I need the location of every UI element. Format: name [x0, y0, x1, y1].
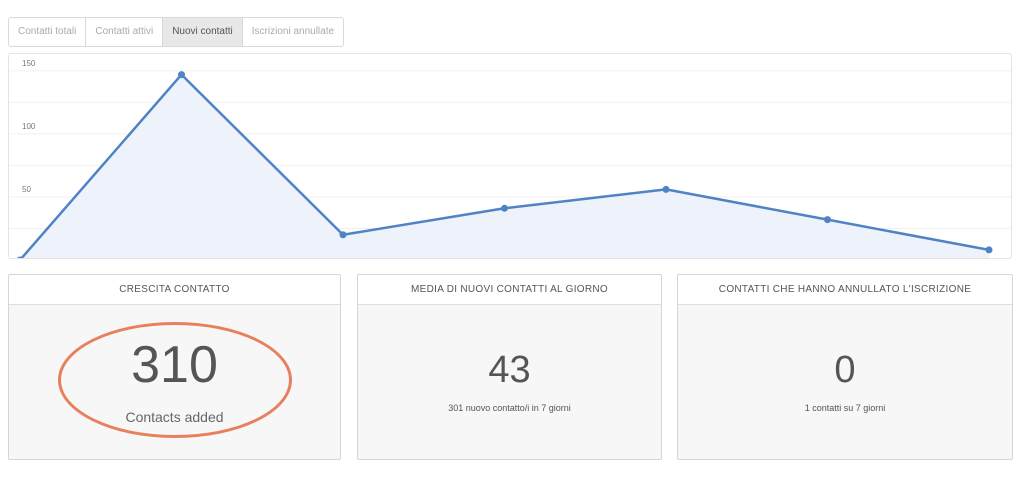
card-title: CRESCITA CONTATTO	[9, 275, 340, 305]
data-point	[985, 246, 993, 254]
card-title: CONTATTI CHE HANNO ANNULLATO L'ISCRIZION…	[678, 275, 1012, 305]
tab-nuovi-contatti[interactable]: Nuovi contatti	[163, 18, 243, 46]
chart-tabs: Contatti totali Contatti attivi Nuovi co…	[8, 17, 345, 47]
y-tick-label: 100	[22, 122, 36, 131]
card-caption: Contacts added	[125, 409, 224, 425]
card-title: MEDIA DI NUOVI CONTATTI AL GIORNO	[358, 275, 661, 305]
card-value: 43	[488, 349, 531, 391]
card-crescita-contatto: CRESCITA CONTATTO 310 Contacts added	[8, 274, 341, 460]
tab-contatti-attivi[interactable]: Contatti attivi	[86, 18, 164, 46]
y-tick-label: 150	[22, 59, 36, 68]
card-caption: 301 nuovo contatto/i in 7 giorni	[448, 403, 571, 413]
chart-panel: 50 100 150	[8, 53, 1012, 259]
card-body: 310 Contacts added	[9, 305, 340, 459]
data-point	[501, 204, 508, 212]
card-media-nuovi-contatti: MEDIA DI NUOVI CONTATTI AL GIORNO 43 301…	[357, 274, 662, 460]
data-point	[662, 185, 670, 193]
tab-contatti-totali[interactable]: Contatti totali	[9, 18, 87, 46]
data-point	[824, 216, 831, 224]
card-caption: 1 contatti su 7 giorni	[804, 403, 886, 413]
contacts-area-chart: 50 100 150	[9, 59, 1011, 258]
data-point	[178, 71, 185, 79]
card-body: 43 301 nuovo contatto/i in 7 giorni	[358, 305, 661, 459]
card-annullati: CONTATTI CHE HANNO ANNULLATO L'ISCRIZION…	[677, 274, 1013, 460]
y-tick-label: 50	[22, 185, 31, 194]
card-value: 310	[131, 336, 218, 394]
tab-iscrizioni-annullate[interactable]: Iscrizioni annullate	[243, 18, 343, 46]
data-point	[339, 231, 347, 239]
card-value: 0	[834, 349, 856, 391]
card-body: 0 1 contatti su 7 giorni	[678, 305, 1012, 459]
